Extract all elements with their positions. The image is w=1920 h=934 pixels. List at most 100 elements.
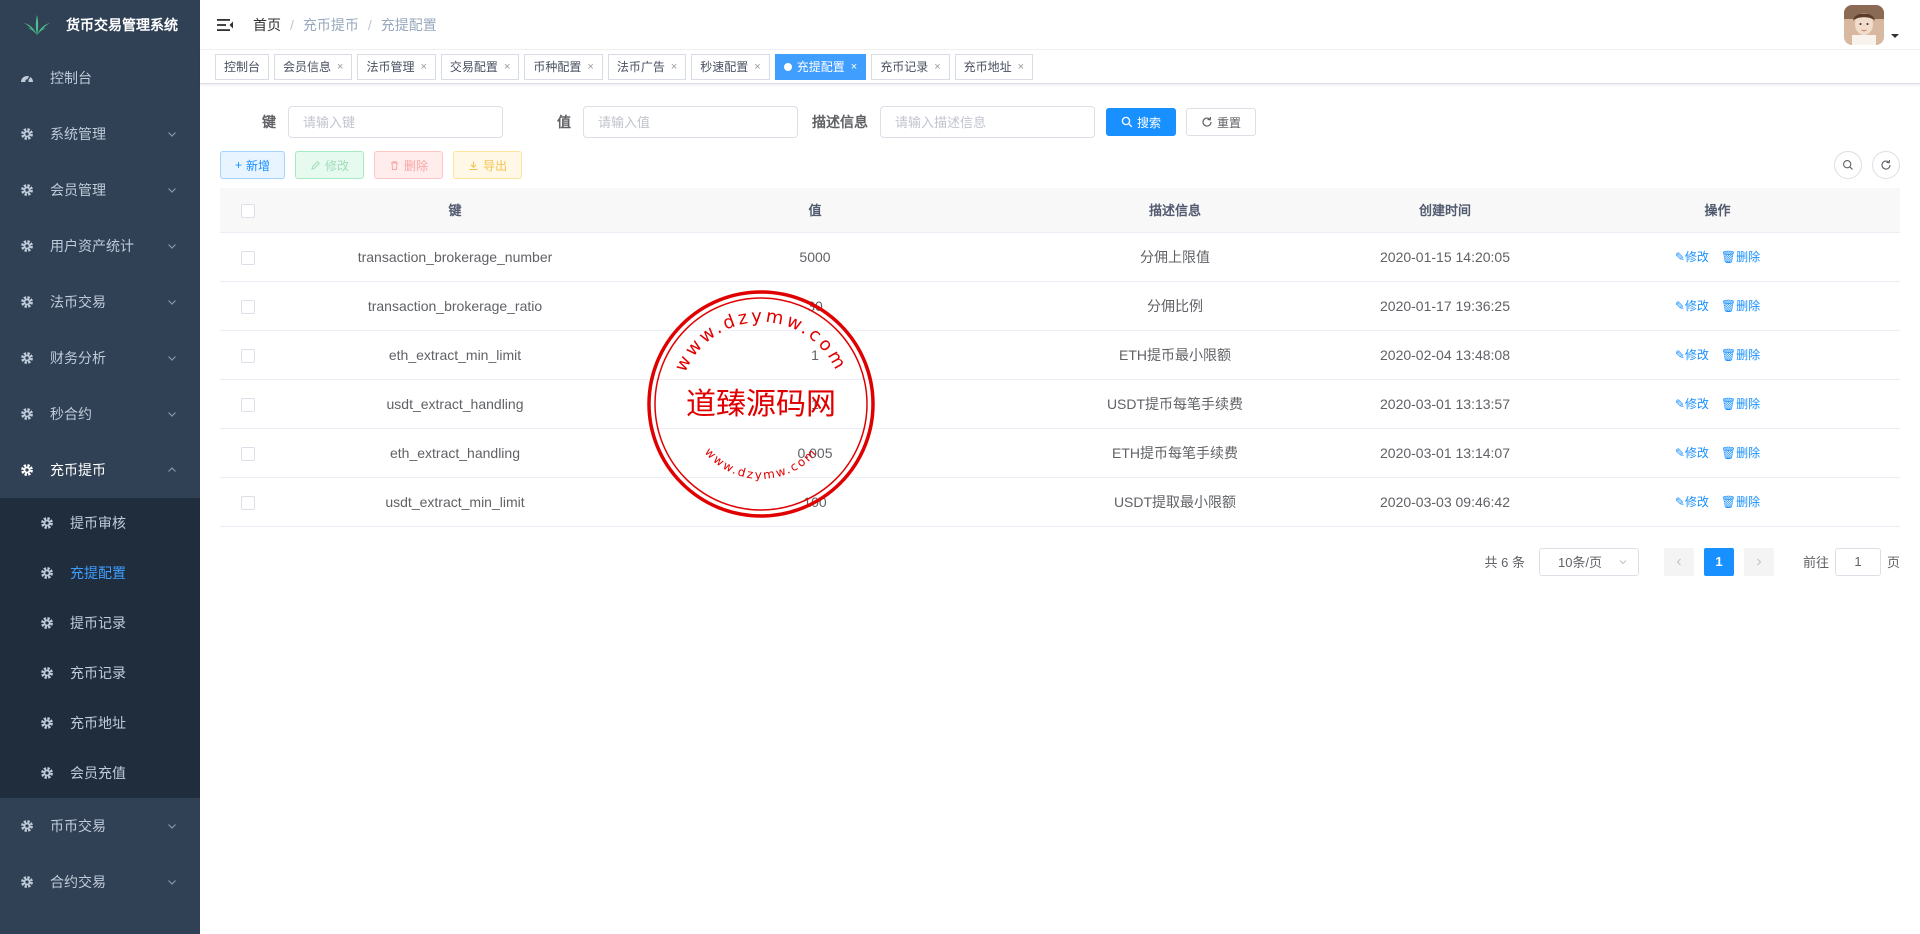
tab-deposit-withdraw-config[interactable]: 充提配置 × (774, 53, 867, 80)
main-area: 首页 / 充币提币 / 充提配置 控制台 会员信息 × 法币管理 × 交易配置 × 币… (200, 0, 1920, 934)
tab-fiat-ads[interactable]: 法币广告 × (607, 53, 687, 80)
row-select[interactable] (220, 379, 275, 429)
table-row: eth_extract_handling 0.005 ETH提币每笔手续费 20… (220, 428, 1900, 478)
row-edit-link[interactable]: ✎修改 (1675, 299, 1709, 313)
search-button[interactable]: 搜索 (1106, 108, 1177, 136)
sidebar-subitem-deposit-address[interactable]: 充币地址 (0, 698, 200, 748)
key-input[interactable] (288, 106, 503, 138)
sidebar-item-label: 系统管理 (50, 126, 106, 142)
cell-key: eth_extract_min_limit (275, 330, 635, 380)
sidebar-subitem-member-recharge[interactable]: 会员充值 (0, 748, 200, 798)
export-button[interactable]: 导出 (453, 151, 523, 179)
hamburger-icon[interactable] (215, 15, 235, 35)
breadcrumb-home[interactable]: 首页 (253, 15, 281, 35)
sidebar-item-coin-trade[interactable]: 币币交易 (0, 798, 200, 854)
row-select[interactable] (220, 232, 275, 282)
tab-label: 币种配置 (533, 60, 582, 74)
sidebar-item-contract-trade[interactable]: 合约交易 (0, 854, 200, 910)
plus-icon: + (235, 158, 243, 172)
gear-icon (20, 239, 34, 253)
checkbox[interactable] (240, 348, 255, 363)
checkbox[interactable] (240, 446, 255, 461)
row-select[interactable] (220, 330, 275, 380)
breadcrumb-section: 充币提币 (302, 16, 359, 33)
header-select-all[interactable] (220, 188, 275, 233)
checkbox[interactable] (240, 299, 255, 314)
sidebar-subitem-config[interactable]: 充提配置 (0, 548, 200, 598)
tab-member-info[interactable]: 会员信息 × (274, 53, 353, 80)
tab-dashboard[interactable]: 控制台 (215, 53, 270, 80)
user-menu[interactable] (1844, 5, 1900, 45)
row-delete-link[interactable]: 🗑删除 (1721, 446, 1760, 460)
row-edit-link[interactable]: ✎修改 (1675, 397, 1709, 411)
sidebar-item-fiat-trade[interactable]: 法币交易 (0, 274, 200, 330)
row-edit-link[interactable]: ✎修改 (1675, 495, 1709, 509)
avatar[interactable] (1844, 5, 1884, 45)
row-delete-link[interactable]: 🗑删除 (1721, 495, 1760, 509)
value-input[interactable] (583, 106, 798, 138)
tab-deposit-records[interactable]: 充币记录 × (871, 53, 950, 80)
cell-key: transaction_brokerage_number (275, 232, 635, 282)
close-icon[interactable]: × (420, 61, 426, 73)
row-edit-link[interactable]: ✎修改 (1675, 348, 1709, 362)
sidebar-item-second-contract[interactable]: 秒合约 (0, 386, 200, 442)
row-select[interactable] (220, 477, 275, 527)
sidebar-item-system[interactable]: 系统管理 (0, 106, 200, 162)
checkbox[interactable] (240, 250, 255, 265)
sidebar-subitem-deposit-records[interactable]: 充币记录 (0, 648, 200, 698)
sidebar-subitem-withdraw-audit[interactable]: 提币审核 (0, 498, 200, 548)
close-icon[interactable]: × (934, 61, 940, 73)
sidebar-item-members[interactable]: 会员管理 (0, 162, 200, 218)
delete-button[interactable]: 删除 (374, 151, 444, 179)
row-select[interactable] (220, 281, 275, 331)
tab-trade-config[interactable]: 交易配置 × (440, 53, 520, 80)
row-delete-link[interactable]: 🗑删除 (1721, 299, 1760, 313)
add-button[interactable]: + 新增 (220, 151, 286, 179)
tab-label: 秒速配置 (700, 60, 749, 74)
tab-second-config[interactable]: 秒速配置 × (691, 53, 770, 80)
prev-page-button[interactable] (1663, 547, 1694, 576)
close-icon[interactable]: × (754, 61, 760, 73)
close-icon[interactable]: × (851, 61, 857, 73)
cell-desc: USDT提币每笔手续费 (995, 379, 1355, 429)
row-edit-link[interactable]: ✎修改 (1675, 250, 1709, 264)
tab-fiat-manage[interactable]: 法币管理 × (357, 53, 436, 80)
row-edit-link[interactable]: ✎修改 (1675, 446, 1709, 460)
checkbox[interactable] (240, 203, 255, 218)
logo[interactable]: 货币交易管理系统 (0, 0, 200, 50)
refresh-table-button[interactable] (1872, 151, 1900, 179)
page-number-current[interactable]: 1 (1703, 547, 1734, 576)
sidebar-subitem-withdraw-records[interactable]: 提币记录 (0, 598, 200, 648)
sidebar-item-finance[interactable]: 财务分析 (0, 330, 200, 386)
page-jumper: 前往 页 (1803, 547, 1900, 576)
next-page-button[interactable] (1743, 547, 1774, 576)
edit-button[interactable]: 修改 (295, 151, 365, 179)
sidebar-item-asset-stats[interactable]: 用户资产统计 (0, 218, 200, 274)
checkbox[interactable] (240, 397, 255, 412)
close-icon[interactable]: × (504, 61, 510, 73)
row-delete-link[interactable]: 🗑删除 (1721, 250, 1760, 264)
cell-value: 100 (635, 477, 995, 527)
tab-coin-config[interactable]: 币种配置 × (524, 53, 603, 80)
gear-icon (20, 295, 34, 309)
close-icon[interactable]: × (1018, 61, 1024, 73)
close-icon[interactable]: × (671, 61, 677, 73)
checkbox[interactable] (240, 495, 255, 510)
tab-deposit-address[interactable]: 充币地址 × (954, 53, 1034, 80)
sidebar-item-deposit-withdraw[interactable]: 充币提币 (0, 442, 200, 498)
close-icon[interactable]: × (337, 61, 343, 73)
caret-down-icon[interactable] (1890, 31, 1900, 41)
reset-button[interactable]: 重置 (1186, 108, 1257, 136)
toggle-search-button[interactable] (1834, 151, 1862, 179)
row-delete-link[interactable]: 🗑删除 (1721, 397, 1760, 411)
desc-input[interactable] (880, 106, 1095, 138)
page-size-select[interactable]: 10条/页 (1538, 547, 1639, 576)
row-delete-link[interactable]: 🗑删除 (1721, 348, 1760, 362)
close-icon[interactable]: × (587, 61, 593, 73)
table-toolbar: + 新增 修改 删除 导出 (220, 150, 1900, 180)
row-select[interactable] (220, 428, 275, 478)
jump-page-input[interactable] (1834, 547, 1881, 576)
sidebar-item-dashboard[interactable]: 控制台 (0, 50, 200, 106)
table-header-row: 键 值 描述信息 创建时间 操作 (220, 188, 1900, 233)
delete-button-label: 删除 (404, 158, 429, 173)
